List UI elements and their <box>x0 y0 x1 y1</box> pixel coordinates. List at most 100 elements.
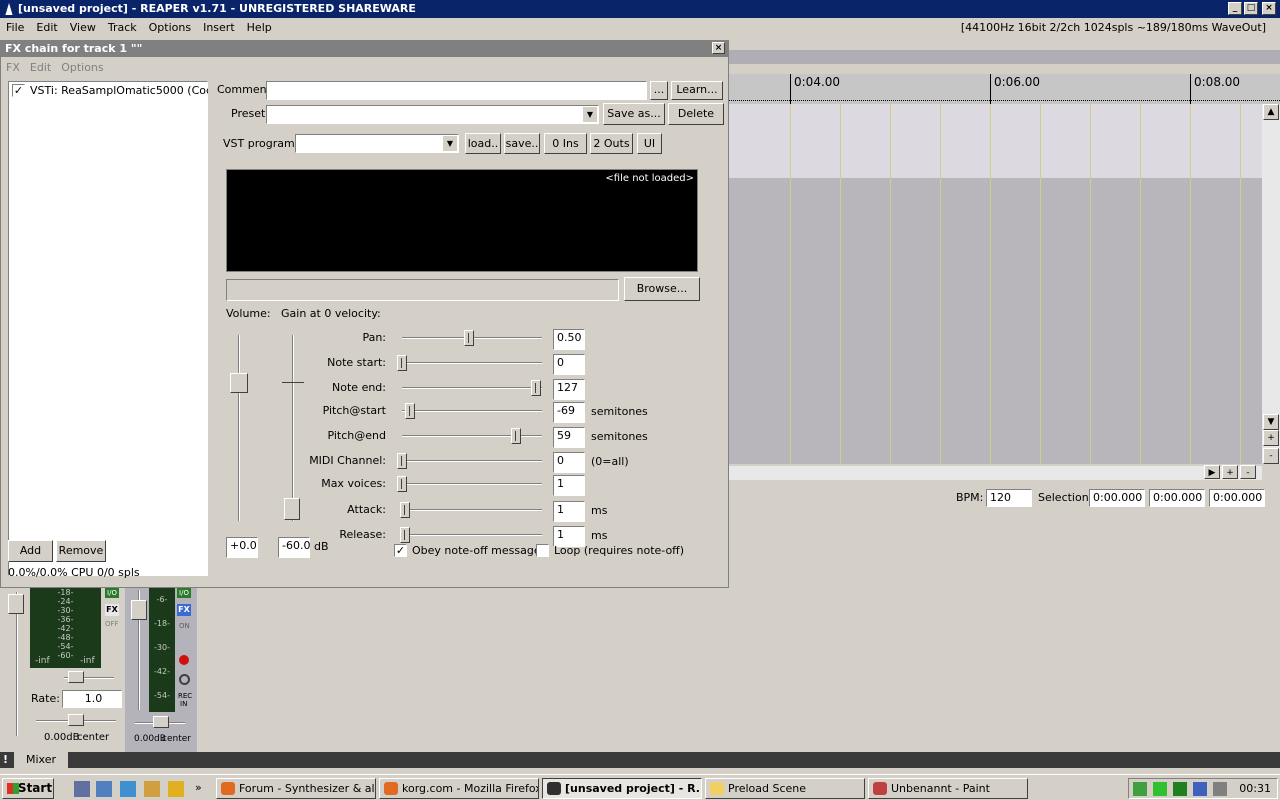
window-titlebar[interactable]: [unsaved project] - REAPER v1.71 - UNREG… <box>0 0 1280 18</box>
release-slider[interactable] <box>399 527 410 543</box>
save-as-button[interactable]: Save as... <box>603 103 665 125</box>
master-fx-state: OFF <box>105 620 119 628</box>
pitch-start-slider[interactable] <box>405 403 416 419</box>
sample-path-field[interactable] <box>226 279 619 301</box>
task-preload[interactable]: Preload Scene <box>705 778 865 799</box>
pitch-start-field[interactable]: -69 <box>553 402 585 423</box>
add-fx-button[interactable]: Add <box>8 540 53 562</box>
track-fx-button[interactable]: FX <box>177 604 191 616</box>
master-width-slider[interactable] <box>68 714 84 726</box>
scroll-down-icon[interactable]: ▼ <box>1263 414 1279 430</box>
selection-end-field[interactable]: 0:00.000 <box>1149 489 1205 507</box>
horizontal-scrollbar[interactable]: ▶ + - <box>728 465 1262 480</box>
record-arm-icon[interactable] <box>179 655 189 665</box>
zoom-in-icon[interactable]: + <box>1263 430 1279 446</box>
attack-slider[interactable] <box>399 502 410 518</box>
midi-channel-field[interactable]: 0 <box>553 452 585 473</box>
master-io-button[interactable]: I/O <box>105 588 119 598</box>
menu-options[interactable]: Options <box>143 18 197 38</box>
start-button[interactable]: Start <box>2 778 54 799</box>
dropdown-arrow-icon: ▼ <box>443 136 457 151</box>
mixer-tab[interactable]: Mixer <box>14 752 69 768</box>
plugin-enable-checkbox[interactable]: ✓ <box>12 84 25 97</box>
inputs-button[interactable]: 0 Ins <box>544 133 587 154</box>
rate-field[interactable]: 1.0 <box>62 690 122 708</box>
folder-icon <box>710 782 724 795</box>
fx-menu-edit[interactable]: Edit <box>25 61 56 74</box>
vertical-scrollbar[interactable]: ▲ ▼ + - <box>1262 104 1280 464</box>
master-pan-slider[interactable] <box>68 671 84 683</box>
menu-track[interactable]: Track <box>102 18 143 38</box>
volume-field[interactable]: +0.0 <box>226 537 258 558</box>
pitch-end-field[interactable]: 59 <box>553 427 585 448</box>
empty-arrange-area[interactable] <box>728 178 1262 464</box>
bpm-field[interactable]: 120 <box>986 489 1032 507</box>
maximize-button[interactable]: □ <box>1244 2 1258 15</box>
fx-menu-fx[interactable]: FX <box>1 61 25 74</box>
browse-button[interactable]: Browse... <box>624 277 700 301</box>
quicklaunch-more-icon[interactable]: » <box>195 781 202 794</box>
quicklaunch-icons[interactable] <box>74 781 194 797</box>
fx-menu-options[interactable]: Options <box>56 61 108 74</box>
attack-field[interactable]: 1 <box>553 501 585 522</box>
menu-file[interactable]: File <box>0 18 30 38</box>
preset-dropdown[interactable]: ▼ <box>266 105 599 124</box>
zoom-out-icon[interactable]: - <box>1263 448 1279 464</box>
learn-button[interactable]: Learn... <box>671 81 723 100</box>
volume-slider[interactable] <box>230 373 248 393</box>
max-voices-slider[interactable] <box>397 476 407 492</box>
pitch-end-slider[interactable] <box>510 428 521 444</box>
loop-checkbox[interactable] <box>536 544 549 557</box>
waveform-display[interactable]: <file not loaded> <box>226 169 698 272</box>
selection-length-field[interactable]: 0:00.000 <box>1209 489 1265 507</box>
minimize-button[interactable]: _ <box>1228 2 1242 15</box>
delete-preset-button[interactable]: Delete <box>668 103 724 125</box>
obey-note-off-checkbox[interactable]: ✓ <box>394 544 407 557</box>
task-forum[interactable]: Forum - Synthesizer & all... <box>216 778 376 799</box>
task-reaper[interactable]: [unsaved project] - R... <box>542 778 702 799</box>
comment-browse-button[interactable]: ... <box>650 81 668 100</box>
track-pan-slider[interactable] <box>153 716 169 728</box>
ui-button[interactable]: UI <box>637 133 662 154</box>
note-end-slider[interactable] <box>531 380 541 396</box>
midi-channel-slider[interactable] <box>397 453 407 469</box>
remove-fx-button[interactable]: Remove <box>56 540 106 562</box>
task-paint[interactable]: Unbenannt - Paint <box>868 778 1028 799</box>
selection-start-field[interactable]: 0:00.000 <box>1089 489 1145 507</box>
timeline-ruler[interactable]: 0:04.00 0:06.00 0:08.00 <box>728 74 1280 104</box>
hzoom-in-icon[interactable]: + <box>1222 465 1238 479</box>
track-lane[interactable] <box>728 104 1262 178</box>
comment-field[interactable] <box>266 81 647 100</box>
menu-help[interactable]: Help <box>241 18 278 38</box>
note-end-field[interactable]: 127 <box>553 379 585 400</box>
save-program-button[interactable]: save.. <box>504 133 540 154</box>
task-korg[interactable]: korg.com - Mozilla Firefox <box>379 778 539 799</box>
track-volume-fader[interactable] <box>131 600 147 620</box>
master-volume-fader[interactable] <box>8 594 24 614</box>
note-start-slider[interactable] <box>397 355 407 371</box>
note-start-field[interactable]: 0 <box>553 354 585 375</box>
pan-slider[interactable] <box>464 330 474 346</box>
track-io-button[interactable]: I/O <box>177 588 191 598</box>
menu-edit[interactable]: Edit <box>30 18 63 38</box>
mixer-dock-icon[interactable]: ! <box>3 753 8 766</box>
plugin-entry[interactable]: VSTi: ReaSamplOmatic5000 (Cockos <box>30 84 208 97</box>
scroll-right-icon[interactable]: ▶ <box>1204 465 1220 479</box>
monitor-icon[interactable] <box>179 674 190 685</box>
menu-view[interactable]: View <box>64 18 102 38</box>
outputs-button[interactable]: 2 Outs <box>590 133 633 154</box>
fx-window-title[interactable]: FX chain for track 1 "" × <box>1 41 728 57</box>
load-program-button[interactable]: load.. <box>465 133 501 154</box>
max-voices-field[interactable]: 1 <box>553 475 585 496</box>
timeline-label: 0:06.00 <box>994 75 1041 89</box>
fx-close-button[interactable]: × <box>712 42 725 54</box>
tray-icons[interactable] <box>1133 782 1231 796</box>
close-button[interactable]: × <box>1262 2 1276 15</box>
hzoom-out-icon[interactable]: - <box>1240 465 1256 479</box>
vst-program-dropdown[interactable]: ▼ <box>295 134 459 153</box>
pan-field[interactable]: 0.50 <box>553 329 585 350</box>
menu-insert[interactable]: Insert <box>197 18 241 38</box>
scroll-up-icon[interactable]: ▲ <box>1263 104 1279 120</box>
firefox-icon <box>221 782 235 795</box>
master-fx-button[interactable]: FX <box>105 604 119 616</box>
